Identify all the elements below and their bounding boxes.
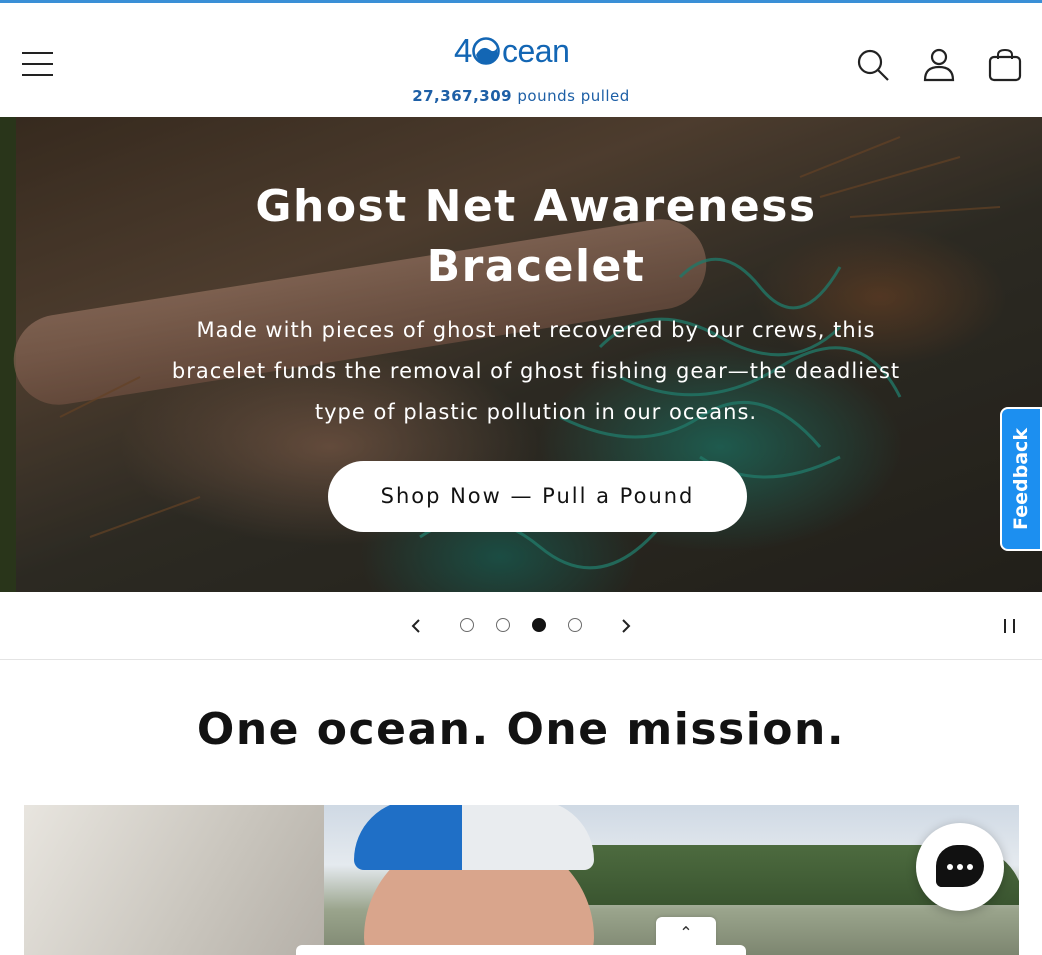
search-icon[interactable] (855, 47, 891, 83)
counter-value: 27,367,309 (412, 87, 513, 105)
cart-icon[interactable] (987, 47, 1023, 83)
account-icon[interactable] (921, 47, 957, 83)
slide-dot-4[interactable] (568, 618, 582, 632)
svg-text:cean: cean (502, 33, 569, 69)
feedback-label: Feedback (1010, 428, 1032, 530)
chat-icon[interactable] (916, 823, 1004, 911)
pounds-pulled-counter: 27,367,309 pounds pulled (0, 87, 1042, 105)
slide-dot-3[interactable] (532, 618, 546, 632)
chevron-left-icon[interactable] (404, 614, 428, 638)
shop-now-button[interactable]: Shop Now — Pull a Pound (328, 461, 747, 532)
svg-text:4: 4 (454, 32, 472, 69)
logo-mark: 4 cean (454, 32, 570, 69)
video-bags-image (24, 805, 324, 955)
bottom-drawer[interactable] (296, 945, 746, 955)
menu-icon[interactable] (22, 49, 54, 79)
pause-icon[interactable] (998, 614, 1022, 638)
hero-subtitle: Made with pieces of ghost net recovered … (171, 318, 901, 424)
slider-controls (0, 592, 1042, 660)
slide-dot-1[interactable] (460, 618, 474, 632)
site-header: 4 cean 27,367,309 pounds pulled (0, 3, 1042, 117)
counter-label: pounds pulled (517, 87, 630, 105)
mission-title: One ocean. One mission. (196, 704, 846, 755)
chevron-right-icon[interactable] (614, 614, 638, 638)
hero-title: Ghost Net Awareness Bracelet (255, 181, 817, 292)
hero-slide: Ghost Net Awareness Bracelet Made with p… (0, 117, 1042, 592)
mission-video[interactable] (24, 805, 1019, 955)
video-cap-image (354, 805, 594, 870)
site-logo[interactable]: 4 cean (452, 31, 592, 71)
slide-dot-2[interactable] (496, 618, 510, 632)
feedback-tab[interactable]: Feedback (1000, 407, 1042, 551)
